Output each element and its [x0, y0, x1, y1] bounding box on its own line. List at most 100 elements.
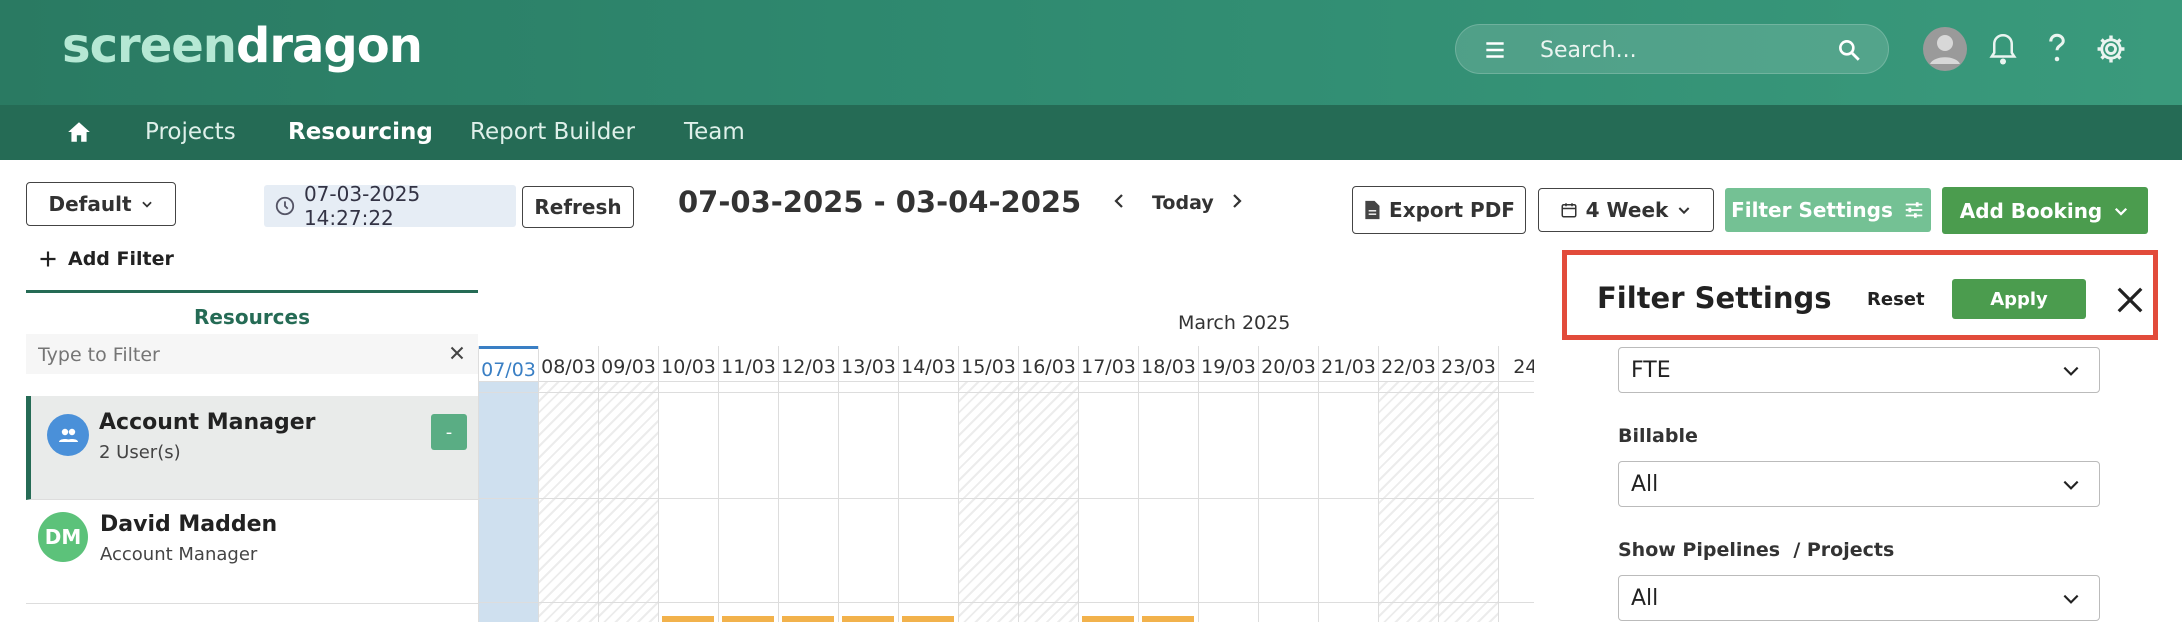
home-icon[interactable] [66, 119, 92, 145]
group-count: 2 User(s) [99, 442, 181, 463]
group-name: Account Manager [99, 410, 316, 435]
nav-projects[interactable]: Projects [145, 119, 236, 145]
person-role: Account Manager [100, 544, 258, 565]
day-column[interactable]: 11/03 [718, 346, 778, 622]
nav-resourcing[interactable]: Resourcing [288, 119, 433, 145]
day-column[interactable]: 10/03 [658, 346, 718, 622]
day-column[interactable]: 20/03 [1258, 346, 1318, 622]
day-column[interactable]: 14/03 [898, 346, 958, 622]
day-label: 22/03 [1379, 346, 1438, 382]
day-column[interactable]: 15/03 [958, 346, 1018, 622]
billable-select[interactable]: All [1618, 461, 2100, 507]
resource-calendar: March 2025 07/03 08/03 09/03 10/03 11/03 12/0… [478, 290, 1534, 622]
day-column[interactable]: 22/03 [1378, 346, 1438, 622]
view-select[interactable]: Default [26, 182, 176, 226]
day-label: 18/03 [1139, 346, 1198, 382]
day-column[interactable]: 09/03 [598, 346, 658, 622]
month-label: March 2025 [1178, 312, 1291, 334]
row-divider [478, 602, 1534, 603]
clock-icon [275, 196, 295, 216]
refresh-button[interactable]: Refresh [522, 186, 634, 228]
period-select[interactable]: 4 Week [1538, 188, 1714, 232]
help-icon[interactable] [2042, 26, 2072, 72]
day-column[interactable]: 21/03 [1318, 346, 1378, 622]
billable-select-value: All [1631, 472, 1659, 497]
booking-bar[interactable] [782, 616, 834, 622]
resource-filter [26, 334, 478, 374]
day-column[interactable]: 13/03 [838, 346, 898, 622]
day-label: 07/03 [479, 346, 538, 382]
day-column[interactable]: 16/03 [1018, 346, 1078, 622]
day-column[interactable]: 12/03 [778, 346, 838, 622]
nav-report-builder[interactable]: Report Builder [470, 119, 635, 145]
filter-settings-title: Filter Settings [1597, 281, 1832, 315]
date-range-title: 07-03-2025 - 03-04-2025 [678, 185, 1082, 219]
user-avatar-icon[interactable] [1922, 26, 1968, 72]
nav-team[interactable]: Team [684, 119, 745, 145]
view-select-label: Default [48, 192, 132, 216]
sliders-icon [1905, 202, 1923, 218]
day-label: 17/03 [1079, 346, 1138, 382]
menu-icon[interactable] [1482, 37, 1508, 63]
day-label: 12/03 [779, 346, 838, 382]
export-pdf-label: Export PDF [1389, 198, 1515, 222]
day-column[interactable]: 23/03 [1438, 346, 1498, 622]
day-column[interactable]: 19/03 [1198, 346, 1258, 622]
resource-person-row[interactable]: DM David Madden Account Manager [26, 500, 478, 604]
booking-bar[interactable] [1082, 616, 1134, 622]
export-pdf-button[interactable]: Export PDF [1352, 186, 1526, 234]
filter-settings-button[interactable]: Filter Settings [1725, 188, 1931, 232]
day-label: 11/03 [719, 346, 778, 382]
chevron-down-icon [2063, 480, 2079, 490]
next-icon[interactable] [1228, 191, 1246, 211]
chevron-down-icon [2063, 366, 2079, 376]
apply-button[interactable]: Apply [1952, 279, 2086, 319]
day-label: 13/03 [839, 346, 898, 382]
pipelines-select[interactable]: All [1618, 575, 2100, 621]
booking-bar[interactable] [662, 616, 714, 622]
document-icon [1365, 200, 1380, 220]
resources-header: Resources [26, 290, 478, 334]
day-label: 15/03 [959, 346, 1018, 382]
day-column[interactable]: 17/03 [1078, 346, 1138, 622]
filter-settings-label: Filter Settings [1731, 198, 1893, 222]
day-label: 16/03 [1019, 346, 1078, 382]
day-column[interactable]: 08/03 [538, 346, 598, 622]
day-label: 20/03 [1259, 346, 1318, 382]
group-icon [47, 414, 89, 456]
global-search [1455, 24, 1889, 74]
search-icon[interactable] [1836, 37, 1862, 63]
fte-select[interactable]: FTE [1618, 347, 2100, 393]
booking-bar[interactable] [902, 616, 954, 622]
screendragon-logo[interactable]: screendragon [62, 18, 423, 74]
last-updated: 07-03-2025 14:27:22 [264, 182, 516, 230]
add-booking-button[interactable]: Add Booking [1942, 187, 2148, 234]
person-name: David Madden [100, 512, 278, 537]
resource-group-row[interactable]: Account Manager 2 User(s) - [26, 396, 478, 500]
resource-filter-input[interactable] [38, 342, 438, 368]
day-column[interactable]: 18/03 [1138, 346, 1198, 622]
collapse-group-button[interactable]: - [431, 414, 467, 450]
chevron-down-icon [1678, 207, 1690, 215]
day-column[interactable]: 07/03 [478, 346, 538, 622]
close-icon[interactable] [446, 342, 468, 364]
search-input[interactable] [1540, 33, 1810, 67]
chevron-down-icon [141, 201, 152, 208]
fte-select-value: FTE [1631, 358, 1671, 383]
close-icon[interactable] [2115, 285, 2145, 315]
resources-panel: Resources Account Manager 2 User(s) - DM… [26, 290, 478, 622]
reset-button[interactable]: Reset [1867, 289, 1925, 310]
add-filter-button[interactable]: Add Filter [38, 248, 174, 270]
previous-icon[interactable] [1110, 191, 1128, 211]
booking-bar[interactable] [1142, 616, 1194, 622]
today-button[interactable]: Today [1152, 192, 1214, 214]
show-pipelines-label: Show Pipelines / Projects [1618, 539, 1895, 561]
period-label: 4 Week [1585, 198, 1669, 222]
bell-icon[interactable] [1988, 26, 2018, 72]
booking-bar[interactable] [722, 616, 774, 622]
booking-bar[interactable] [842, 616, 894, 622]
day-column[interactable]: 24/ [1498, 346, 1534, 622]
add-booking-label: Add Booking [1959, 198, 2103, 223]
gear-icon[interactable] [2094, 26, 2128, 72]
day-label: 14/03 [899, 346, 958, 382]
